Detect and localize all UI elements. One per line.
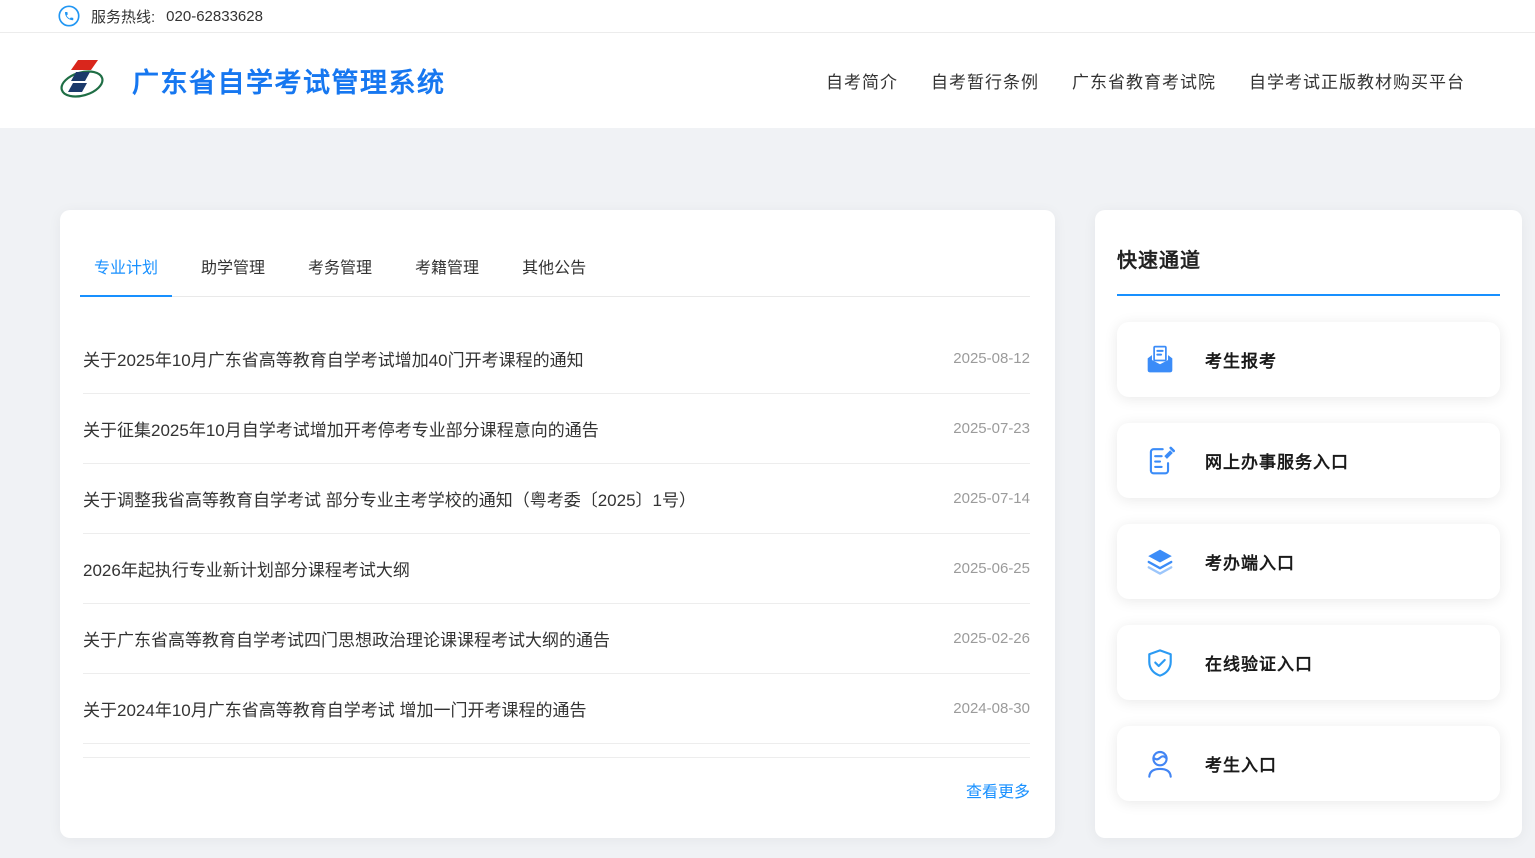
notice-row[interactable]: 关于调整我省高等教育自学考试 部分专业主考学校的通知（粤考委〔2025〕1号） … <box>83 464 1030 534</box>
quick-link-label: 考生报考 <box>1205 347 1277 372</box>
notice-title[interactable]: 关于广东省高等教育自学考试四门思想政治理论课课程考试大纲的通告 <box>83 626 610 651</box>
notice-title[interactable]: 2026年起执行专业新计划部分课程考试大纲 <box>83 556 410 581</box>
notice-date: 2025-07-14 <box>933 490 1030 507</box>
shield-check-icon <box>1145 648 1175 678</box>
notice-title[interactable]: 关于征集2025年10月自学考试增加开考停考专业部分课程意向的通告 <box>83 416 599 441</box>
header-nav: 自考简介 自考暂行条例 广东省教育考试院 自学考试正版教材购买平台 <box>826 33 1465 128</box>
site-header: 广东省自学考试管理系统 自考简介 自考暂行条例 广东省教育考试院 自学考试正版教… <box>0 33 1535 128</box>
notices-card: 专业计划 助学管理 考务管理 考籍管理 其他公告 <box>60 210 1055 838</box>
quick-access-card: 快速通道 考生报考 网上办事服务入口 <box>1095 210 1522 838</box>
view-more-row: 查看更多 <box>85 778 1030 802</box>
notice-title[interactable]: 关于2024年10月广东省高等教育自学考试 增加一门开考课程的通告 <box>83 696 586 721</box>
quick-link-item[interactable]: 网上办事服务入口 <box>1117 423 1500 498</box>
notice-date: 2025-06-25 <box>933 560 1030 577</box>
phone-icon <box>58 5 80 27</box>
layers-icon <box>1145 547 1175 577</box>
site-logo-icon <box>60 57 106 105</box>
quick-link-label: 网上办事服务入口 <box>1205 448 1349 473</box>
quick-link-item[interactable]: 在线验证入口 <box>1117 625 1500 700</box>
quick-access-underline <box>1117 294 1500 296</box>
quick-link-item[interactable]: 考生入口 <box>1117 726 1500 801</box>
notice-tabs: 专业计划 助学管理 考务管理 考籍管理 其他公告 <box>80 210 1030 297</box>
nav-link[interactable]: 自学考试正版教材购买平台 <box>1249 68 1465 93</box>
notice-date: 2025-02-26 <box>933 630 1030 647</box>
notice-list: 关于2025年10月广东省高等教育自学考试增加40门开考课程的通知 2025-0… <box>60 324 1055 744</box>
quick-link-item[interactable]: 考生报考 <box>1117 322 1500 397</box>
tab-label: 考籍管理 <box>415 260 479 277</box>
hotline-label: 服务热线: <box>91 6 155 27</box>
nav-link[interactable]: 自考暂行条例 <box>931 68 1039 93</box>
quick-link-label: 考生入口 <box>1205 751 1277 776</box>
notice-date: 2025-08-12 <box>933 350 1030 367</box>
main-content: 专业计划 助学管理 考务管理 考籍管理 其他公告 <box>0 128 1535 838</box>
notice-tab[interactable]: 考籍管理 <box>401 234 493 297</box>
quick-access-list: 考生报考 网上办事服务入口 考办端入口 <box>1117 322 1500 801</box>
user-icon <box>1145 749 1175 779</box>
tab-label: 考务管理 <box>308 260 372 277</box>
nav-link[interactable]: 广东省教育考试院 <box>1072 68 1216 93</box>
notice-title[interactable]: 关于2025年10月广东省高等教育自学考试增加40门开考课程的通知 <box>83 346 584 371</box>
tab-label: 其他公告 <box>522 260 586 277</box>
hotline-number: 020-62833628 <box>166 8 263 25</box>
notice-row[interactable]: 关于2024年10月广东省高等教育自学考试 增加一门开考课程的通告 2024-0… <box>83 674 1030 744</box>
tab-label: 助学管理 <box>201 260 265 277</box>
quick-link-item[interactable]: 考办端入口 <box>1117 524 1500 599</box>
notice-tab[interactable]: 专业计划 <box>80 234 172 297</box>
page-title: 广东省自学考试管理系统 <box>132 61 446 100</box>
notice-tab[interactable]: 其他公告 <box>508 234 600 297</box>
nav-link[interactable]: 自考简介 <box>826 68 898 93</box>
document-edit-icon <box>1145 446 1175 476</box>
inbox-icon <box>1145 345 1175 375</box>
view-more-link[interactable]: 查看更多 <box>966 784 1030 801</box>
quick-link-label: 考办端入口 <box>1205 549 1295 574</box>
notice-row[interactable]: 2026年起执行专业新计划部分课程考试大纲 2025-06-25 <box>83 534 1030 604</box>
notice-date: 2024-08-30 <box>933 700 1030 717</box>
notice-row[interactable]: 关于征集2025年10月自学考试增加开考停考专业部分课程意向的通告 2025-0… <box>83 394 1030 464</box>
quick-link-label: 在线验证入口 <box>1205 650 1313 675</box>
notice-tab[interactable]: 考务管理 <box>294 234 386 297</box>
notice-row[interactable]: 关于广东省高等教育自学考试四门思想政治理论课课程考试大纲的通告 2025-02-… <box>83 604 1030 674</box>
notice-date: 2025-07-23 <box>933 420 1030 437</box>
list-bottom-divider <box>83 757 1030 758</box>
notice-title[interactable]: 关于调整我省高等教育自学考试 部分专业主考学校的通知（粤考委〔2025〕1号） <box>83 486 696 511</box>
tab-label: 专业计划 <box>94 260 158 277</box>
notice-row[interactable]: 关于2025年10月广东省高等教育自学考试增加40门开考课程的通知 2025-0… <box>83 324 1030 394</box>
quick-access-title: 快速通道 <box>1117 244 1500 273</box>
hotline-bar: 服务热线: 020-62833628 <box>0 0 1535 33</box>
notice-tab[interactable]: 助学管理 <box>187 234 279 297</box>
